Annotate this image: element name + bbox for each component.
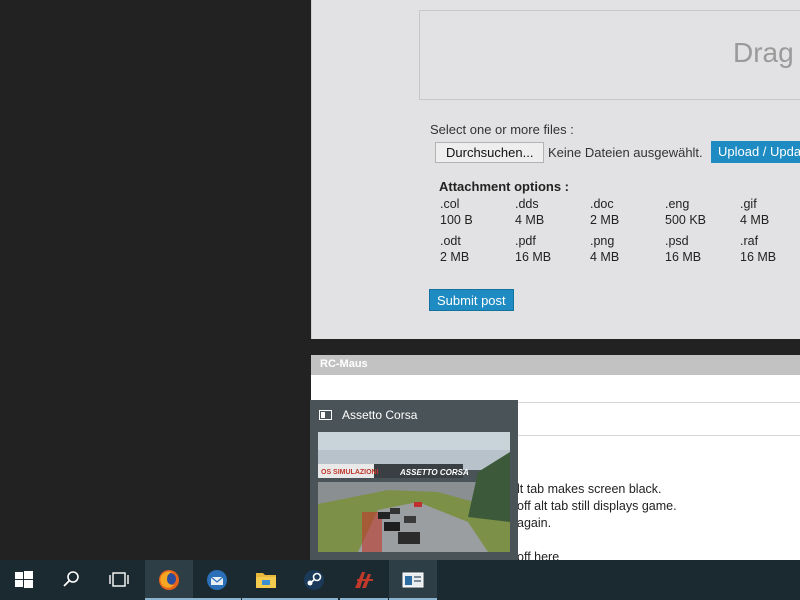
attachment-option: .eng 500 KB — [665, 197, 707, 227]
attachment-option: .col 100 B — [440, 197, 473, 227]
post-text-line: lt tab makes screen black. — [517, 482, 662, 496]
file-dropzone[interactable]: Drag — [419, 10, 800, 100]
file-explorer-icon — [256, 573, 276, 588]
task-view-icon — [109, 572, 129, 587]
assetto-corsa-taskbar-button[interactable] — [340, 560, 388, 600]
firefox-taskbar-button[interactable] — [145, 560, 193, 600]
forum-titlebar: RC-Maus — [311, 355, 800, 375]
search-button[interactable] — [47, 560, 95, 600]
window-icon — [319, 410, 332, 420]
firefox-icon — [159, 570, 179, 590]
attachment-option: .odt 2 MB — [440, 234, 470, 264]
upload-update-button[interactable]: Upload / Update — [711, 141, 800, 163]
search-icon — [63, 571, 79, 587]
attachment-option: .psd 16 MB — [665, 234, 702, 264]
post-text-line: again. — [517, 516, 552, 530]
upload-panel: Drag Select one or more files : Durchsuc… — [311, 0, 800, 339]
attachment-option: .dds 4 MB — [515, 197, 545, 227]
no-file-selected-text: Keine Dateien ausgewählt. — [548, 145, 703, 160]
dropzone-text: Drag — [733, 37, 794, 68]
app-window-taskbar-button[interactable] — [389, 560, 437, 600]
attachment-options-heading: Attachment options : — [439, 179, 569, 194]
banner-left-text: OS SIMULAZIONI — [321, 469, 379, 476]
submit-post-button[interactable]: Submit post — [429, 289, 514, 311]
file-explorer-taskbar-button[interactable] — [242, 560, 290, 600]
taskbar-thumbnail-popup[interactable]: Assetto Corsa OS SIMULAZIONI ASSETTO COR… — [310, 400, 518, 560]
game-preview-image[interactable]: OS SIMULAZIONI ASSETTO CORSA — [318, 432, 510, 552]
start-button[interactable] — [0, 560, 48, 600]
thunderbird-icon — [207, 570, 227, 590]
thunderbird-taskbar-button[interactable] — [193, 560, 241, 600]
steam-taskbar-button[interactable] — [290, 560, 338, 600]
forum-title: RC-Maus — [320, 358, 368, 370]
app-window-icon — [402, 572, 424, 588]
thumbnail-title: Assetto Corsa — [342, 408, 418, 422]
steam-icon — [304, 570, 324, 590]
attachment-option: .raf 16 MB — [740, 234, 777, 264]
assetto-corsa-icon — [355, 572, 373, 588]
post-text-line: off alt tab still displays game. — [517, 499, 677, 513]
banner-right-text: ASSETTO CORSA — [399, 468, 469, 477]
taskbar — [0, 560, 800, 600]
task-view-button[interactable] — [95, 560, 143, 600]
attachment-option: .pdf 16 MB — [515, 234, 552, 264]
attachment-option: .png 4 MB — [590, 234, 620, 264]
browse-button[interactable]: Durchsuchen... — [435, 142, 545, 163]
attachment-option: .doc 2 MB — [590, 197, 620, 227]
file-select-label: Select one or more files : — [430, 122, 574, 137]
attachment-option: .gif 4 MB — [740, 197, 770, 227]
start-icon — [15, 571, 33, 588]
